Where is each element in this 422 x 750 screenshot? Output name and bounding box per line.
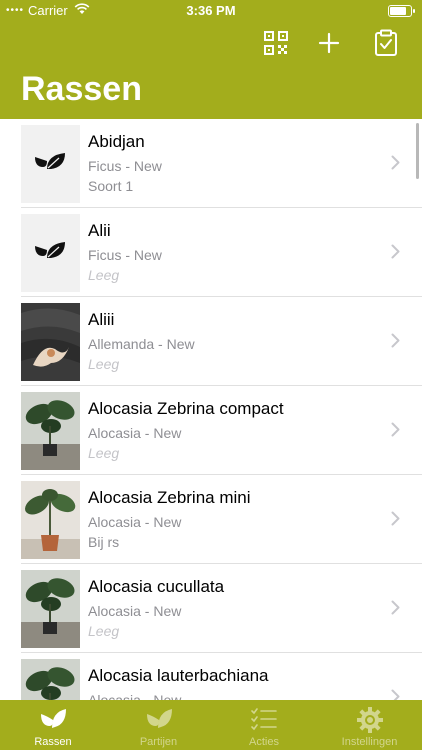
list-item[interactable]: Alocasia lauterbachiana Alocasia - New: [0, 653, 422, 700]
variety-extra: Leeg: [88, 623, 120, 639]
battery-icon: [388, 5, 415, 17]
variety-name: Alocasia Zebrina compact: [88, 399, 284, 418]
list-item[interactable]: Alocasia cucullata Alocasia - New Leeg: [0, 564, 422, 653]
variety-subtitle: Alocasia - New: [88, 692, 182, 700]
qr-code-icon: [264, 31, 288, 55]
variety-thumbnail: [21, 659, 80, 700]
variety-thumbnail: [21, 481, 80, 559]
list-item[interactable]: Alii Ficus - New Leeg: [0, 208, 422, 297]
variety-subtitle: Allemanda - New: [88, 336, 195, 352]
navigation-header: •••• Carrier 3:36 PM Rassen: [0, 0, 422, 119]
row-separator: [21, 474, 422, 475]
variety-subtitle: Ficus - New: [88, 247, 162, 263]
list-item[interactable]: Alocasia Zebrina mini Alocasia - New Bij r…: [0, 475, 422, 564]
tab-label: Partijen: [139, 736, 178, 748]
chevron-right-icon: [391, 600, 400, 620]
variety-thumbnail: [21, 214, 80, 292]
leaves-icon: [106, 706, 212, 732]
variety-name: Alocasia cucullata: [88, 577, 225, 596]
variety-name: Aliii: [88, 310, 115, 329]
variety-list[interactable]: Alocasia lauterbachiana Alocasia - New Alo…: [0, 119, 422, 700]
row-separator: [21, 385, 422, 386]
variety-extra: Leeg: [88, 356, 120, 372]
chevron-right-icon: [391, 155, 400, 175]
qr-scan-button[interactable]: [261, 28, 291, 58]
scrollbar[interactable]: [416, 123, 419, 179]
variety-thumbnail: [21, 392, 80, 470]
tab-rassen[interactable]: Rassen: [0, 700, 106, 750]
variety-extra: Leeg: [88, 445, 120, 461]
page-title: Rassen: [21, 70, 142, 108]
status-bar: •••• Carrier 3:36 PM: [0, 0, 422, 22]
list-item[interactable]: Aliii Allemanda - New Leeg: [0, 297, 422, 386]
tab-acties[interactable]: Acties: [211, 700, 317, 750]
variety-subtitle: Alocasia - New: [88, 603, 182, 619]
leaf-icon: [0, 706, 106, 732]
chevron-right-icon: [391, 689, 400, 700]
tab-partijen[interactable]: Partijen: [106, 700, 212, 750]
add-button[interactable]: [314, 28, 344, 58]
variety-thumbnail: [21, 570, 80, 648]
variety-subtitle: Alocasia - New: [88, 514, 182, 530]
variety-extra: Soort 1: [88, 178, 134, 194]
list-item[interactable]: Abidjan Ficus - New Soort 1: [0, 119, 422, 208]
variety-extra: Bij rs: [88, 534, 120, 550]
chevron-right-icon: [391, 333, 400, 353]
row-separator: [21, 563, 422, 564]
variety-subtitle: Ficus - New: [88, 158, 162, 174]
row-separator: [21, 652, 422, 653]
variety-name: Alocasia Zebrina mini: [88, 488, 251, 507]
variety-name: Alocasia lauterbachiana: [88, 666, 269, 685]
tab-label: Acties: [249, 736, 279, 748]
tab-bar: Rassen Partijen Acties Instellingen: [0, 700, 422, 750]
tab-label: Rassen: [34, 736, 72, 748]
variety-subtitle: Alocasia - New: [88, 425, 182, 441]
gear-icon: [317, 706, 422, 734]
checklist-button[interactable]: [371, 28, 401, 58]
plus-icon: [318, 32, 340, 54]
chevron-right-icon: [391, 511, 400, 531]
variety-thumbnail: [21, 303, 80, 381]
variety-thumbnail: [21, 125, 80, 203]
row-separator: [21, 207, 422, 208]
chevron-right-icon: [391, 422, 400, 442]
list-item[interactable]: Alocasia Zebrina compact Alocasia - New Le…: [0, 386, 422, 475]
row-separator: [21, 296, 422, 297]
variety-extra: Leeg: [88, 267, 120, 283]
variety-name: Alii: [88, 221, 111, 240]
tab-label: Instellingen: [341, 736, 398, 748]
checklist-icon: [211, 706, 317, 732]
tab-instellingen[interactable]: Instellingen: [317, 700, 422, 750]
variety-name: Abidjan: [88, 132, 145, 151]
chevron-right-icon: [391, 244, 400, 264]
clock: 3:36 PM: [186, 3, 236, 18]
clipboard-check-icon: [375, 29, 397, 56]
